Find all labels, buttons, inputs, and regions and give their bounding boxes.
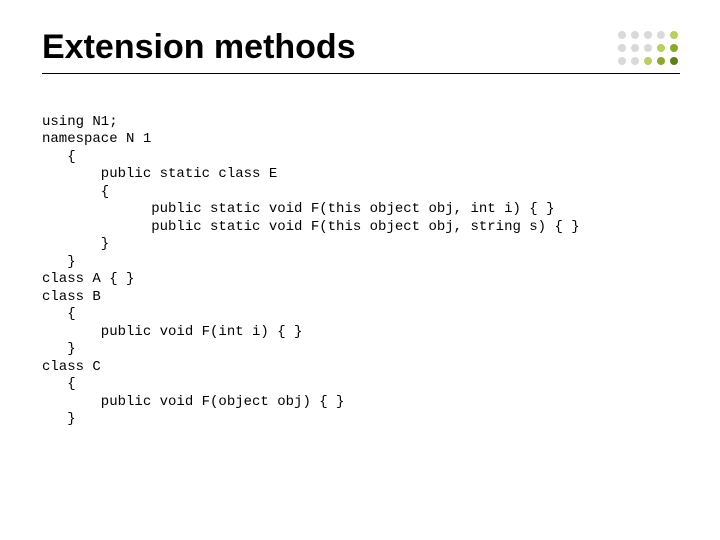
slide: Extension methods using N1; namespace N … — [0, 0, 720, 540]
dot-icon — [644, 57, 652, 65]
code-line: using N1; — [42, 114, 118, 130]
dot-icon — [644, 31, 652, 39]
code-line: { — [42, 149, 76, 165]
dot-icon — [657, 44, 665, 52]
dot-icon — [618, 31, 626, 39]
code-line: public static class E — [42, 166, 277, 182]
dot-icon — [670, 44, 678, 52]
code-line: public void F(int i) { } — [42, 324, 302, 340]
code-line: public void F(object obj) { } — [42, 394, 344, 410]
code-line: } — [42, 411, 76, 427]
code-line: } — [42, 341, 76, 357]
code-line: { — [42, 184, 109, 200]
code-line: } — [42, 236, 109, 252]
code-line: } — [42, 254, 76, 270]
code-block: using N1; namespace N 1 { public static … — [42, 96, 680, 446]
code-line: class C — [42, 359, 101, 375]
code-line: namespace N 1 — [42, 131, 151, 147]
code-line: class A { } — [42, 271, 134, 287]
dot-icon — [670, 31, 678, 39]
code-line: public static void F(this object obj, in… — [42, 201, 554, 217]
corner-dots-icon — [618, 31, 680, 65]
dot-icon — [631, 44, 639, 52]
dot-icon — [618, 44, 626, 52]
code-line: class B — [42, 289, 101, 305]
dot-icon — [670, 57, 678, 65]
dot-icon — [631, 57, 639, 65]
code-line: public static void F(this object obj, st… — [42, 219, 580, 235]
dot-icon — [631, 31, 639, 39]
code-line: { — [42, 306, 76, 322]
dot-icon — [618, 57, 626, 65]
code-line: { — [42, 376, 76, 392]
dot-icon — [657, 57, 665, 65]
dot-icon — [657, 31, 665, 39]
page-title: Extension methods — [42, 28, 356, 67]
title-row: Extension methods — [42, 28, 680, 74]
dot-icon — [644, 44, 652, 52]
